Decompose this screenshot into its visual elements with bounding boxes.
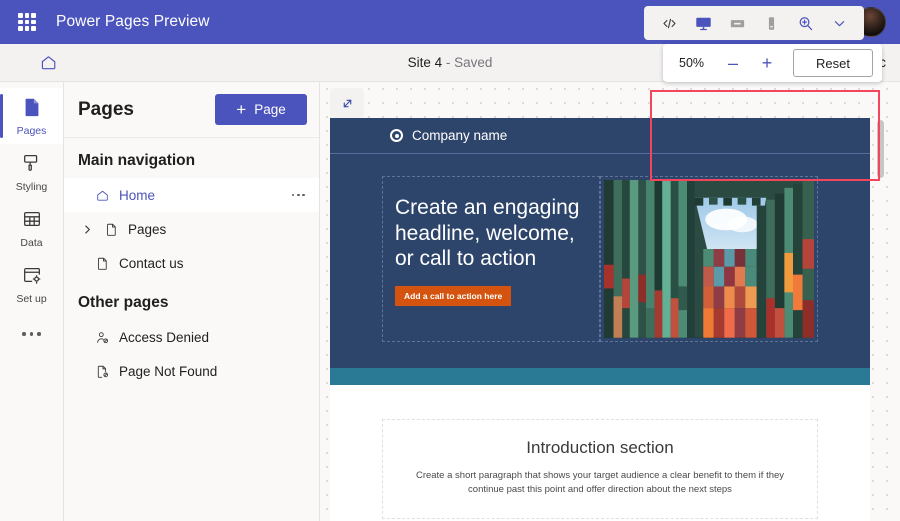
hero-image-block[interactable]: [600, 176, 818, 342]
page-item-home[interactable]: Home: [64, 178, 319, 212]
page-item-label: Pages: [128, 221, 167, 237]
desktop-icon[interactable]: [686, 8, 720, 38]
document-blocked-icon: [94, 363, 110, 379]
power-pages-app: Power Pages Preview Site 4 - Saved Pages…: [0, 0, 900, 521]
home-icon: [94, 187, 110, 203]
hero-headline: Create an engaging headline, welcome, or…: [395, 196, 580, 271]
chevron-down-icon[interactable]: [822, 8, 856, 38]
pages-panel: Pages + Page Main navigation Home Pages …: [64, 82, 320, 521]
mobile-icon[interactable]: [754, 8, 788, 38]
zoom-decrease-button[interactable]: –: [719, 49, 747, 77]
home-icon[interactable]: [34, 49, 62, 77]
page-item-access-denied[interactable]: Access Denied: [64, 320, 319, 354]
app-title: Power Pages Preview: [56, 13, 210, 30]
left-rail: Pages Styling Data Set up: [0, 82, 64, 521]
section-title-main-navigation: Main navigation: [78, 152, 196, 169]
zoom-reset-button[interactable]: Reset: [793, 49, 873, 77]
intro-paragraph: Create a short paragraph that shows your…: [415, 469, 785, 496]
plus-icon: +: [236, 100, 247, 119]
sidebar-item-styling[interactable]: Styling: [0, 144, 63, 200]
table-icon: [21, 208, 43, 235]
tablet-icon[interactable]: [720, 8, 754, 38]
hero-image: [604, 180, 814, 338]
person-blocked-icon: [94, 329, 110, 345]
sidebar-item-label: Styling: [15, 180, 48, 193]
page-item-pages[interactable]: Pages: [64, 212, 319, 246]
sidebar-item-setup[interactable]: Set up: [0, 256, 63, 312]
page-icon: [21, 96, 43, 123]
intro-section-wrap: Introduction section Create a short para…: [330, 384, 870, 520]
page-item-label: Access Denied: [119, 329, 210, 345]
sidebar-item-label: Pages: [16, 124, 47, 137]
sidebar-item-pages[interactable]: Pages: [0, 88, 63, 144]
document-icon: [94, 255, 110, 271]
site-header: Company name: [330, 118, 870, 154]
hero-section: Create an engaging headline, welcome, or…: [330, 154, 870, 368]
sidebar-item-data[interactable]: Data: [0, 200, 63, 256]
waffle-grid-icon[interactable]: [14, 9, 40, 35]
page-item-more-button[interactable]: [291, 193, 309, 197]
company-logo-icon: [390, 129, 403, 142]
canvas-scrollbar[interactable]: [877, 120, 884, 178]
expand-diagonal-icon[interactable]: [330, 88, 364, 118]
hero-text-block[interactable]: Create an engaging headline, welcome, or…: [382, 176, 600, 342]
save-status: - Saved: [445, 55, 493, 70]
intro-section[interactable]: Introduction section Create a short para…: [382, 418, 818, 520]
sidebar-item-label: Data: [20, 236, 43, 249]
page-item-label: Home: [119, 187, 156, 203]
device-toolbar: [644, 6, 864, 40]
chevron-right-icon[interactable]: [80, 224, 94, 235]
code-icon[interactable]: [652, 8, 686, 38]
document-icon: [103, 221, 119, 237]
add-page-label: Page: [254, 102, 286, 117]
section-title-other-pages: Other pages: [78, 294, 169, 311]
site-name: Site 4: [407, 55, 443, 70]
page-item-label: Page Not Found: [119, 363, 218, 379]
intro-heading: Introduction section: [526, 437, 674, 457]
company-name: Company name: [412, 128, 508, 143]
pages-panel-header: Pages + Page: [64, 82, 319, 138]
site-preview-frame: Company name Create an engaging headline…: [330, 118, 870, 521]
add-page-button[interactable]: + Page: [215, 94, 307, 125]
page-item-contact-us[interactable]: Contact us: [64, 246, 319, 280]
sidebar-more-button[interactable]: [0, 312, 63, 356]
setup-icon: [21, 264, 43, 291]
brush-icon: [21, 152, 43, 179]
accent-strip: [330, 367, 870, 385]
site-canvas: Company name Create an engaging headline…: [320, 82, 900, 521]
sidebar-item-label: Set up: [16, 292, 47, 305]
cta-button[interactable]: Add a call to action here: [395, 285, 512, 306]
app-body: Pages Styling Data Set up Pages + Page M…: [0, 82, 900, 521]
page-item-page-not-found[interactable]: Page Not Found: [64, 354, 319, 388]
magnifier-plus-icon[interactable]: [788, 8, 822, 38]
zoom-increase-button[interactable]: +: [753, 49, 781, 77]
zoom-popup: 50% – + Reset: [663, 44, 882, 82]
zoom-level-value: 50%: [679, 56, 705, 70]
page-title: Pages: [78, 98, 134, 120]
page-item-label: Contact us: [119, 255, 184, 271]
